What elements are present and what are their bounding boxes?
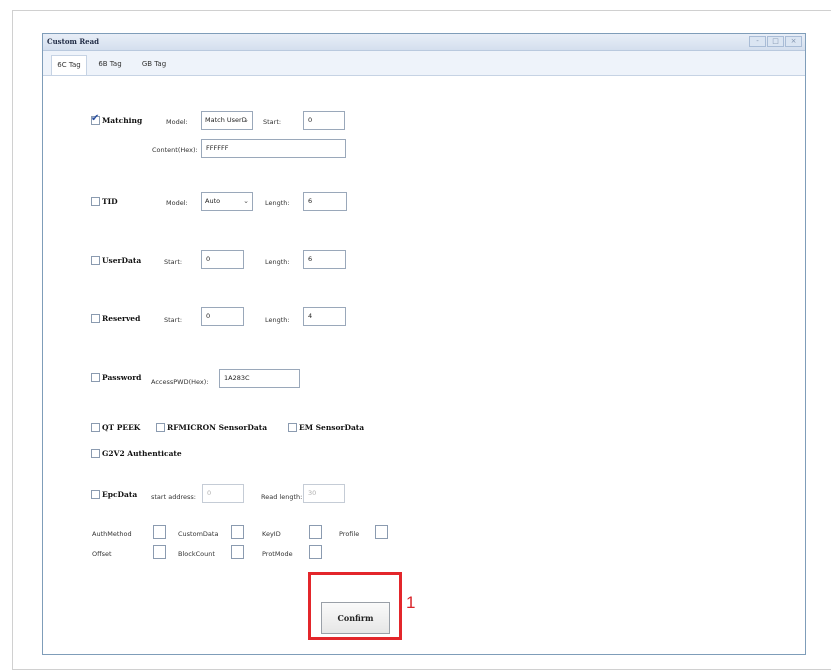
password-label: Password <box>102 373 142 382</box>
qt-peek-checkbox[interactable] <box>91 423 100 432</box>
window-controls: - □ × <box>749 36 802 47</box>
matching-label: Matching <box>102 116 143 125</box>
matching-model-label: Model: <box>166 118 188 126</box>
tid-length-label: Length: <box>265 199 290 207</box>
confirm-button[interactable]: Confirm <box>321 602 390 634</box>
profile-label: Profile <box>339 530 360 538</box>
customdata-box[interactable] <box>231 525 244 539</box>
rfmicron-checkbox[interactable] <box>156 423 165 432</box>
protmode-label: ProtMode <box>262 550 293 558</box>
access-pwd-label: AccessPWD(Hex): <box>151 378 209 386</box>
tid-model-value: Auto <box>205 197 221 205</box>
password-checkbox[interactable] <box>91 373 100 382</box>
profile-box[interactable] <box>375 525 388 539</box>
userdata-start-label: Start: <box>164 258 183 266</box>
userdata-length-label: Length: <box>265 258 290 266</box>
matching-model-combo[interactable]: Match UserD ⌄ <box>201 111 253 130</box>
authmethod-box[interactable] <box>153 525 166 539</box>
matching-model-value: Match UserD <box>205 116 247 124</box>
matching-checkbox[interactable] <box>91 113 100 125</box>
matching-start-label: Start: <box>263 118 282 126</box>
access-pwd-input[interactable]: 1A283C <box>219 369 300 388</box>
matching-start-input[interactable]: 0 <box>303 111 345 130</box>
tid-model-combo[interactable]: Auto ⌄ <box>201 192 253 211</box>
epc-start-label: start address: <box>151 493 196 501</box>
userdata-label: UserData <box>102 256 142 265</box>
blockcount-label: BlockCount <box>178 550 215 558</box>
authmethod-label: AuthMethod <box>92 530 132 538</box>
blockcount-box[interactable] <box>231 545 244 559</box>
customdata-label: CustomData <box>178 530 219 538</box>
annotation-number: 1 <box>406 593 416 612</box>
qt-peek-label: QT PEEK <box>102 423 141 432</box>
reserved-length-label: Length: <box>265 316 290 324</box>
tab-6c-tag[interactable]: 6C Tag <box>51 55 87 75</box>
reserved-start-label: Start: <box>164 316 183 324</box>
chevron-down-icon: ⌄ <box>243 116 249 124</box>
keyid-label: KeyID <box>262 530 281 538</box>
epcdata-label: EpcData <box>102 490 138 499</box>
title-bar: Custom Read - □ × <box>43 34 805 51</box>
reserved-length-input[interactable]: 4 <box>303 307 346 326</box>
matching-content-label: Content(Hex): <box>152 146 198 154</box>
tab-6b-tag[interactable]: 6B Tag <box>95 55 125 75</box>
tab-bar: 6C Tag 6B Tag GB Tag <box>43 51 805 76</box>
tid-model-label: Model: <box>166 199 188 207</box>
rfmicron-label: RFMICRON SensorData <box>167 423 268 432</box>
userdata-checkbox[interactable] <box>91 256 100 265</box>
em-label: EM SensorData <box>299 423 365 432</box>
g2v2-checkbox[interactable] <box>91 449 100 458</box>
tid-length-input[interactable]: 6 <box>303 192 347 211</box>
em-checkbox[interactable] <box>288 423 297 432</box>
matching-content-input[interactable]: FFFFFF <box>201 139 346 158</box>
userdata-start-input[interactable]: 0 <box>201 250 244 269</box>
tid-checkbox[interactable] <box>91 197 100 206</box>
epcdata-checkbox[interactable] <box>91 490 100 499</box>
offset-label: Offset <box>92 550 112 558</box>
chevron-down-icon: ⌄ <box>243 197 249 205</box>
offset-box[interactable] <box>153 545 166 559</box>
epc-start-input[interactable]: 0 <box>202 484 244 503</box>
close-button[interactable]: × <box>785 36 802 47</box>
reserved-start-input[interactable]: 0 <box>201 307 244 326</box>
tab-gb-tag[interactable]: GB Tag <box>139 55 169 75</box>
keyid-box[interactable] <box>309 525 322 539</box>
epc-read-label: Read length: <box>261 493 303 501</box>
window-title: Custom Read <box>47 37 100 46</box>
g2v2-label: G2V2 Authenticate <box>102 449 182 458</box>
reserved-label: Reserved <box>102 314 141 323</box>
minimize-button[interactable]: - <box>749 36 766 47</box>
custom-read-window: Custom Read - □ × 6C Tag 6B Tag GB Tag <box>42 33 806 655</box>
reserved-checkbox[interactable] <box>91 314 100 323</box>
protmode-box[interactable] <box>309 545 322 559</box>
userdata-length-input[interactable]: 6 <box>303 250 346 269</box>
tid-label: TID <box>102 197 118 206</box>
epc-read-input[interactable]: 30 <box>303 484 345 503</box>
maximize-button[interactable]: □ <box>767 36 784 47</box>
